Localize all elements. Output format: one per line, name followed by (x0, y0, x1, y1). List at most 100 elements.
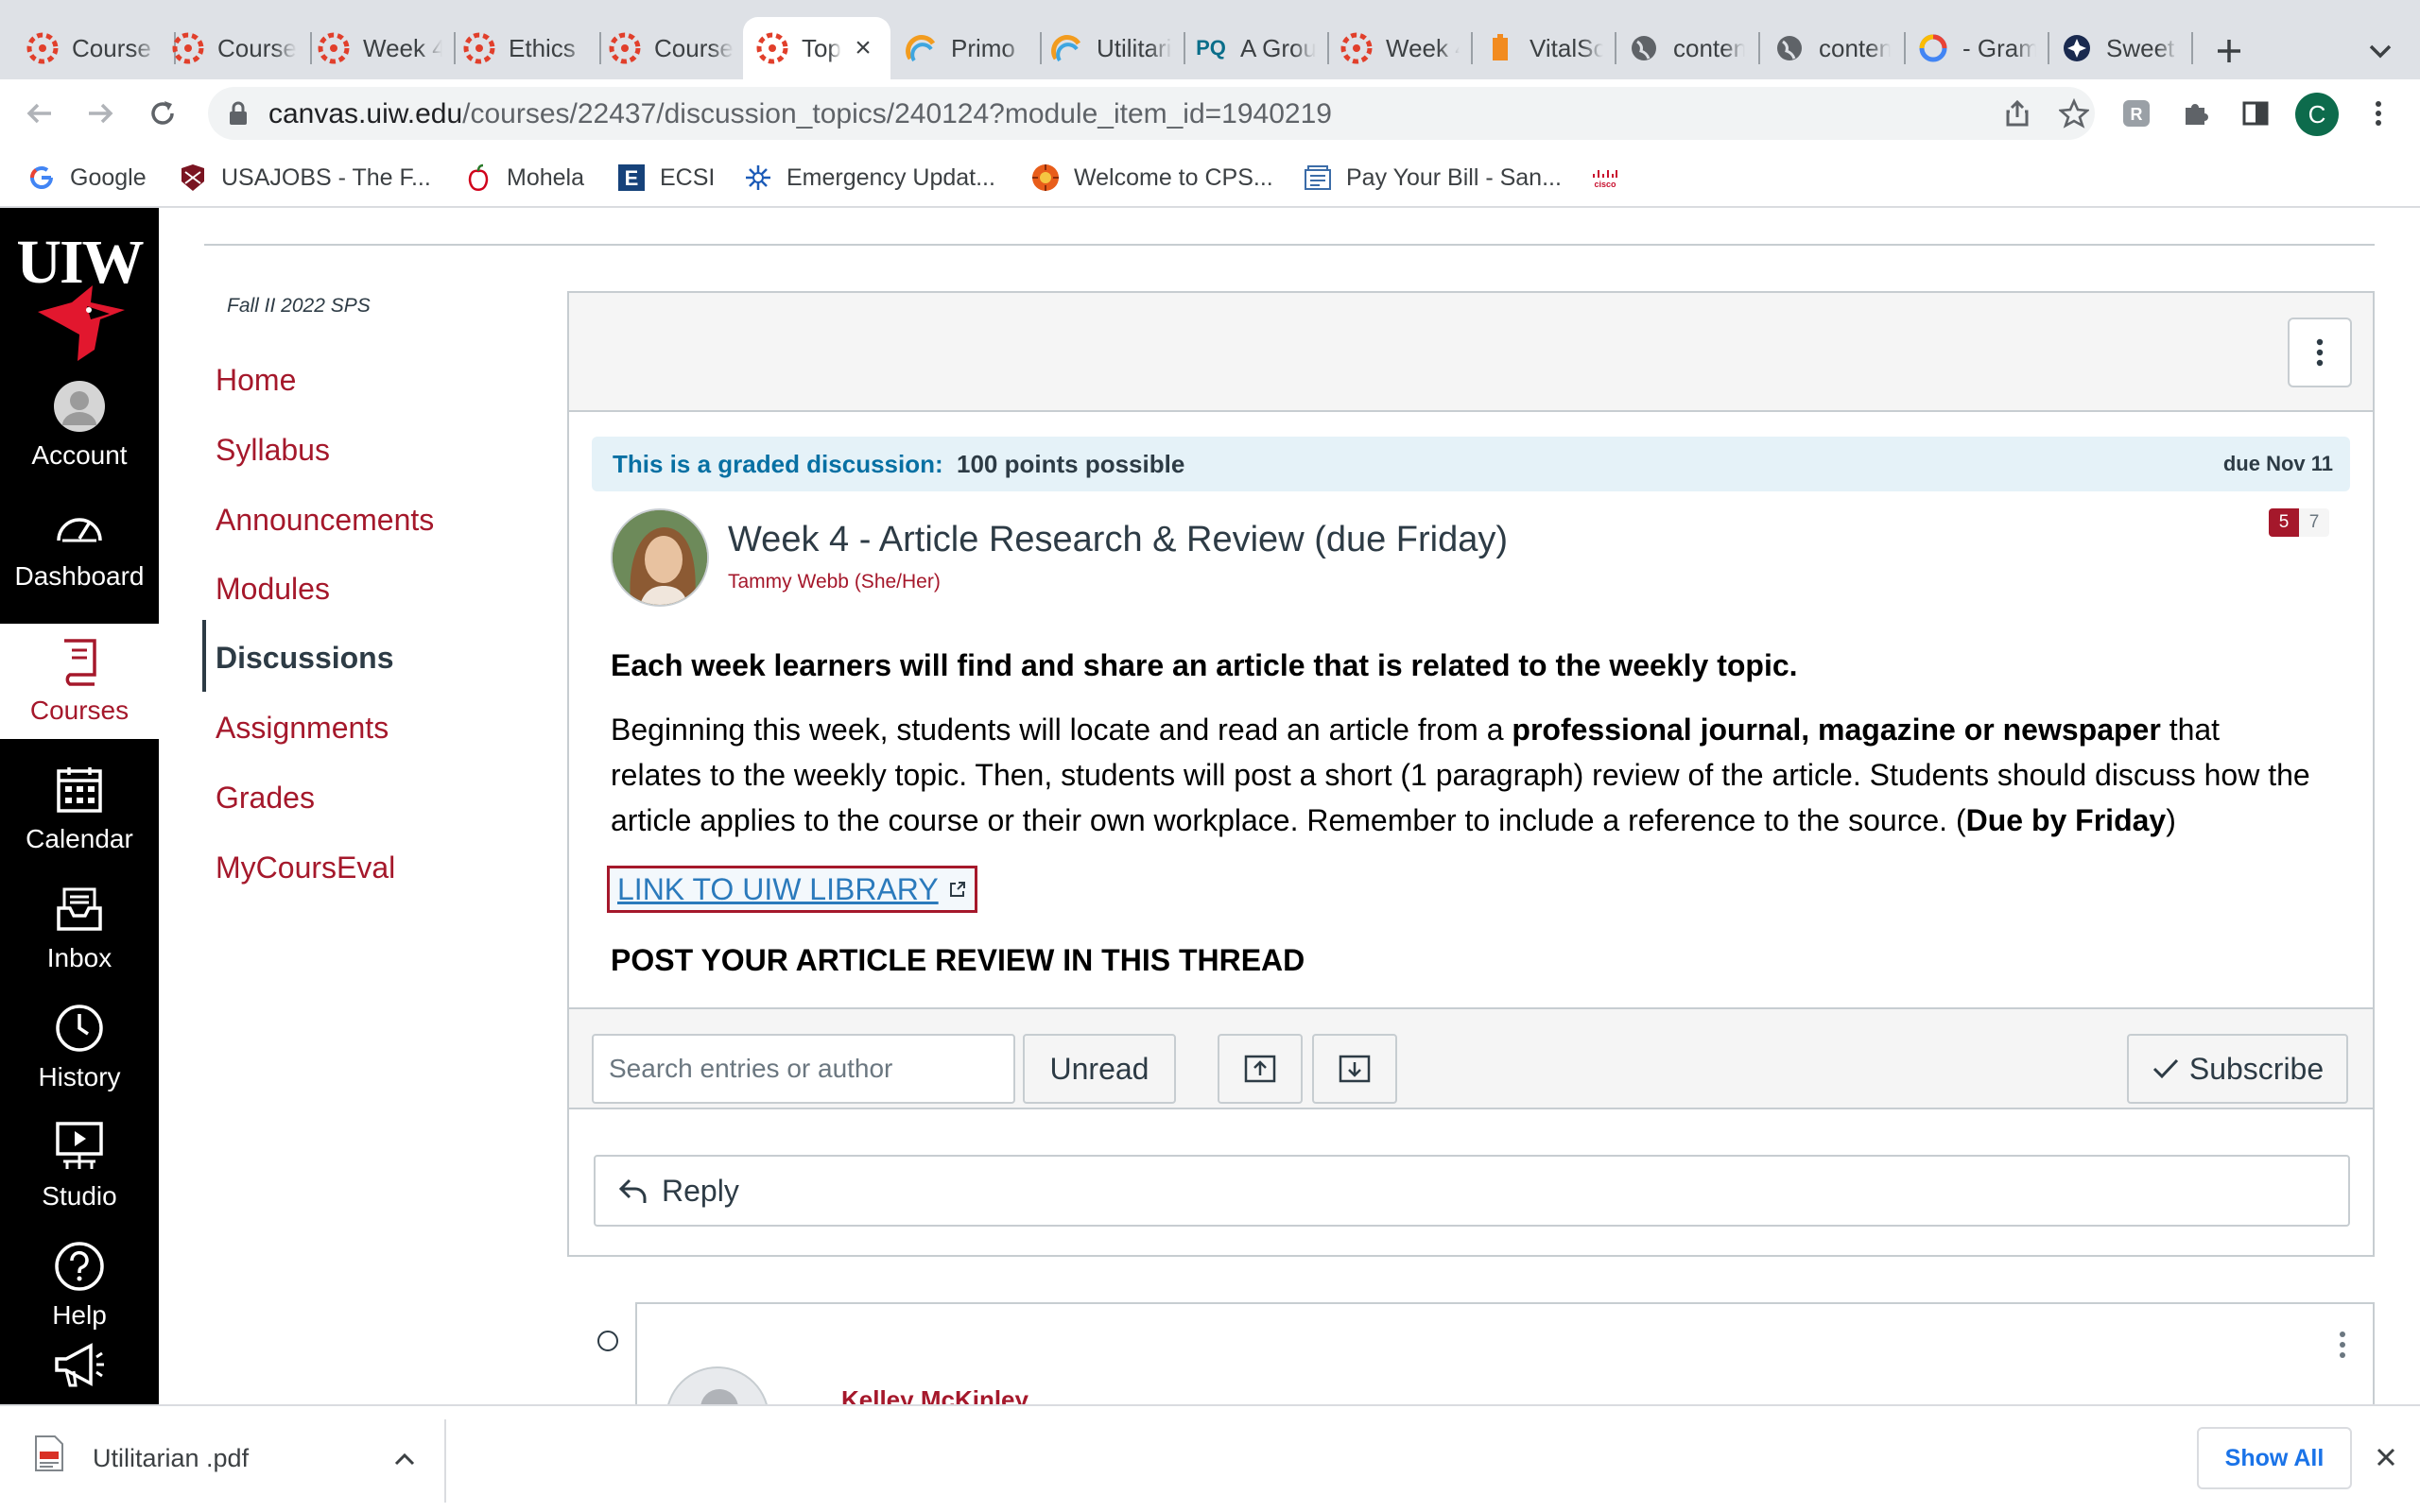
extensions-button[interactable] (2174, 93, 2216, 134)
show-all-downloads-button[interactable]: Show All (2197, 1427, 2352, 1489)
author-avatar[interactable] (611, 508, 709, 607)
unread-filter-button[interactable]: Unread (1023, 1034, 1176, 1104)
browser-tab[interactable]: Week 4 (304, 17, 456, 79)
browser-tab[interactable]: Sweet (2048, 17, 2191, 79)
entry-options-button[interactable] (2339, 1331, 2361, 1368)
bookmark-usajobs[interactable]: USAJOBS - The F... (178, 159, 431, 197)
browser-tab[interactable]: content (1760, 17, 1904, 79)
nav-inbox[interactable]: Inbox (0, 871, 159, 985)
browser-tab[interactable]: Primo (892, 17, 1040, 79)
close-tab-icon[interactable]: × (849, 32, 877, 64)
kebab-menu-icon (2316, 338, 2324, 367)
back-button[interactable] (19, 93, 60, 134)
chevron-up-icon (394, 1452, 415, 1466)
entry-unread-indicator[interactable] (597, 1331, 618, 1351)
uiw-library-link[interactable]: LINK TO UIW LIBRARY (607, 866, 977, 913)
external-link-icon (949, 882, 965, 897)
account-icon (51, 378, 108, 435)
course-nav-syllabus[interactable]: Syllabus (216, 433, 330, 468)
browser-tab[interactable]: content (1615, 17, 1758, 79)
download-file-name[interactable]: Utilitarian .pdf (93, 1444, 249, 1473)
subscribe-button[interactable]: Subscribe (2127, 1034, 2348, 1104)
bookmark-pay-bill[interactable]: Pay Your Bill - San... (1303, 159, 1562, 197)
extension-button[interactable]: R (2116, 93, 2157, 134)
history-icon (51, 1000, 108, 1057)
announcement-megaphone-icon[interactable] (53, 1342, 106, 1395)
course-nav-home[interactable]: Home (216, 363, 296, 398)
tab-title: Topic (802, 33, 841, 62)
bookmark-mohela[interactable]: Mohela (463, 159, 584, 197)
browser-tab[interactable]: Course (159, 17, 310, 79)
download-options-button[interactable] (388, 1442, 422, 1476)
graded-discussion-banner: This is a graded discussion: 100 points … (592, 437, 2350, 491)
link-label: LINK TO UIW LIBRARY (617, 871, 939, 906)
nav-account[interactable]: Account (0, 369, 159, 484)
side-panel-button[interactable] (2235, 93, 2276, 134)
courses-icon (51, 633, 108, 690)
tab-title: Utilitarian (1097, 33, 1172, 62)
tab-search-button[interactable] (2358, 28, 2403, 74)
primo-icon (906, 32, 938, 64)
course-term: Fall II 2022 SPS (227, 295, 371, 317)
bookmark-google[interactable]: Google (26, 159, 147, 197)
nav-label: Courses (29, 696, 130, 725)
bookmark-cps[interactable]: Welcome to CPS... (1030, 159, 1273, 197)
browser-tab[interactable]: PQ A Group (1182, 17, 1329, 79)
bookmark-cisco[interactable]: cisco (1590, 159, 1634, 197)
bookmark-ecsi[interactable]: E ECSI (616, 159, 715, 197)
url-path: /courses/22437/discussion_topics/240124?… (462, 98, 1332, 129)
course-nav-discussions[interactable]: Discussions (216, 641, 394, 676)
course-nav-grades[interactable]: Grades (216, 781, 315, 816)
post-review-prompt: POST YOUR ARTICLE REVIEW IN THIS THREAD (611, 943, 1305, 977)
cps-icon (1030, 163, 1061, 193)
bill-icon (1303, 163, 1333, 193)
nav-calendar[interactable]: Calendar (0, 752, 159, 866)
tab-title: Course (72, 33, 151, 62)
collapse-threads-button[interactable] (1312, 1034, 1397, 1104)
new-tab-button[interactable] (2206, 28, 2252, 74)
reply-button[interactable]: Reply (594, 1155, 2350, 1227)
browser-tab-active[interactable]: Topic × (743, 17, 890, 79)
browser-tab[interactable]: Ethics (450, 17, 601, 79)
expand-threads-button[interactable] (1218, 1034, 1303, 1104)
uiw-logo[interactable]: UIW (0, 227, 159, 367)
topic-options-button[interactable] (2288, 318, 2352, 387)
browser-tab[interactable]: Utilitarian (1038, 17, 1185, 79)
tab-title: Week 4 (1386, 33, 1460, 62)
bookmark-emergency[interactable]: Emergency Updat... (743, 159, 995, 197)
active-nav-indicator (202, 620, 206, 692)
nav-studio[interactable]: Studio (0, 1109, 159, 1223)
browser-tab[interactable]: Course (13, 17, 172, 79)
forward-button[interactable] (79, 93, 121, 134)
nav-help[interactable]: Help (0, 1228, 159, 1342)
chrome-menu-button[interactable] (2358, 93, 2399, 134)
nav-dashboard[interactable]: Dashboard (0, 486, 159, 599)
course-nav-modules[interactable]: Modules (216, 572, 330, 607)
reload-button[interactable] (142, 93, 183, 134)
instructions-bold-text: professional journal, magazine or newspa… (1512, 713, 2161, 747)
nav-label: Account (31, 440, 128, 470)
close-shelf-button[interactable] (2369, 1438, 2403, 1476)
pdf-file-icon (34, 1435, 72, 1480)
vitalsource-icon (1484, 32, 1516, 64)
google-icon (1917, 32, 1949, 64)
browser-tab[interactable]: Course (596, 17, 747, 79)
profile-avatar[interactable]: C (2295, 93, 2339, 136)
browser-tab[interactable]: VitalSource (1471, 17, 1616, 79)
nav-label: History (38, 1062, 121, 1091)
search-entries-input[interactable]: Search entries or author (592, 1034, 1015, 1104)
discussion-author[interactable]: Tammy Webb (She/Her) (728, 571, 941, 593)
url-text[interactable]: canvas.uiw.edu/courses/22437/discussion_… (268, 98, 1332, 130)
address-bar[interactable]: canvas.uiw.edu/courses/22437/discussion_… (208, 87, 2095, 140)
browser-tab[interactable]: Week 4 (1327, 17, 1473, 79)
course-nav-mycourseval[interactable]: MyCoursEval (216, 850, 395, 885)
course-nav-assignments[interactable]: Assignments (216, 711, 389, 746)
nav-courses[interactable]: Courses (0, 624, 159, 739)
nav-history[interactable]: History (0, 990, 159, 1104)
browser-tab[interactable]: - Grammarly (1904, 17, 2049, 79)
course-nav-announcements[interactable]: Announcements (216, 503, 434, 538)
share-icon (2006, 99, 2029, 127)
mohela-icon (463, 163, 493, 193)
reply-label: Reply (662, 1173, 739, 1208)
puzzle-icon (2186, 104, 2208, 125)
